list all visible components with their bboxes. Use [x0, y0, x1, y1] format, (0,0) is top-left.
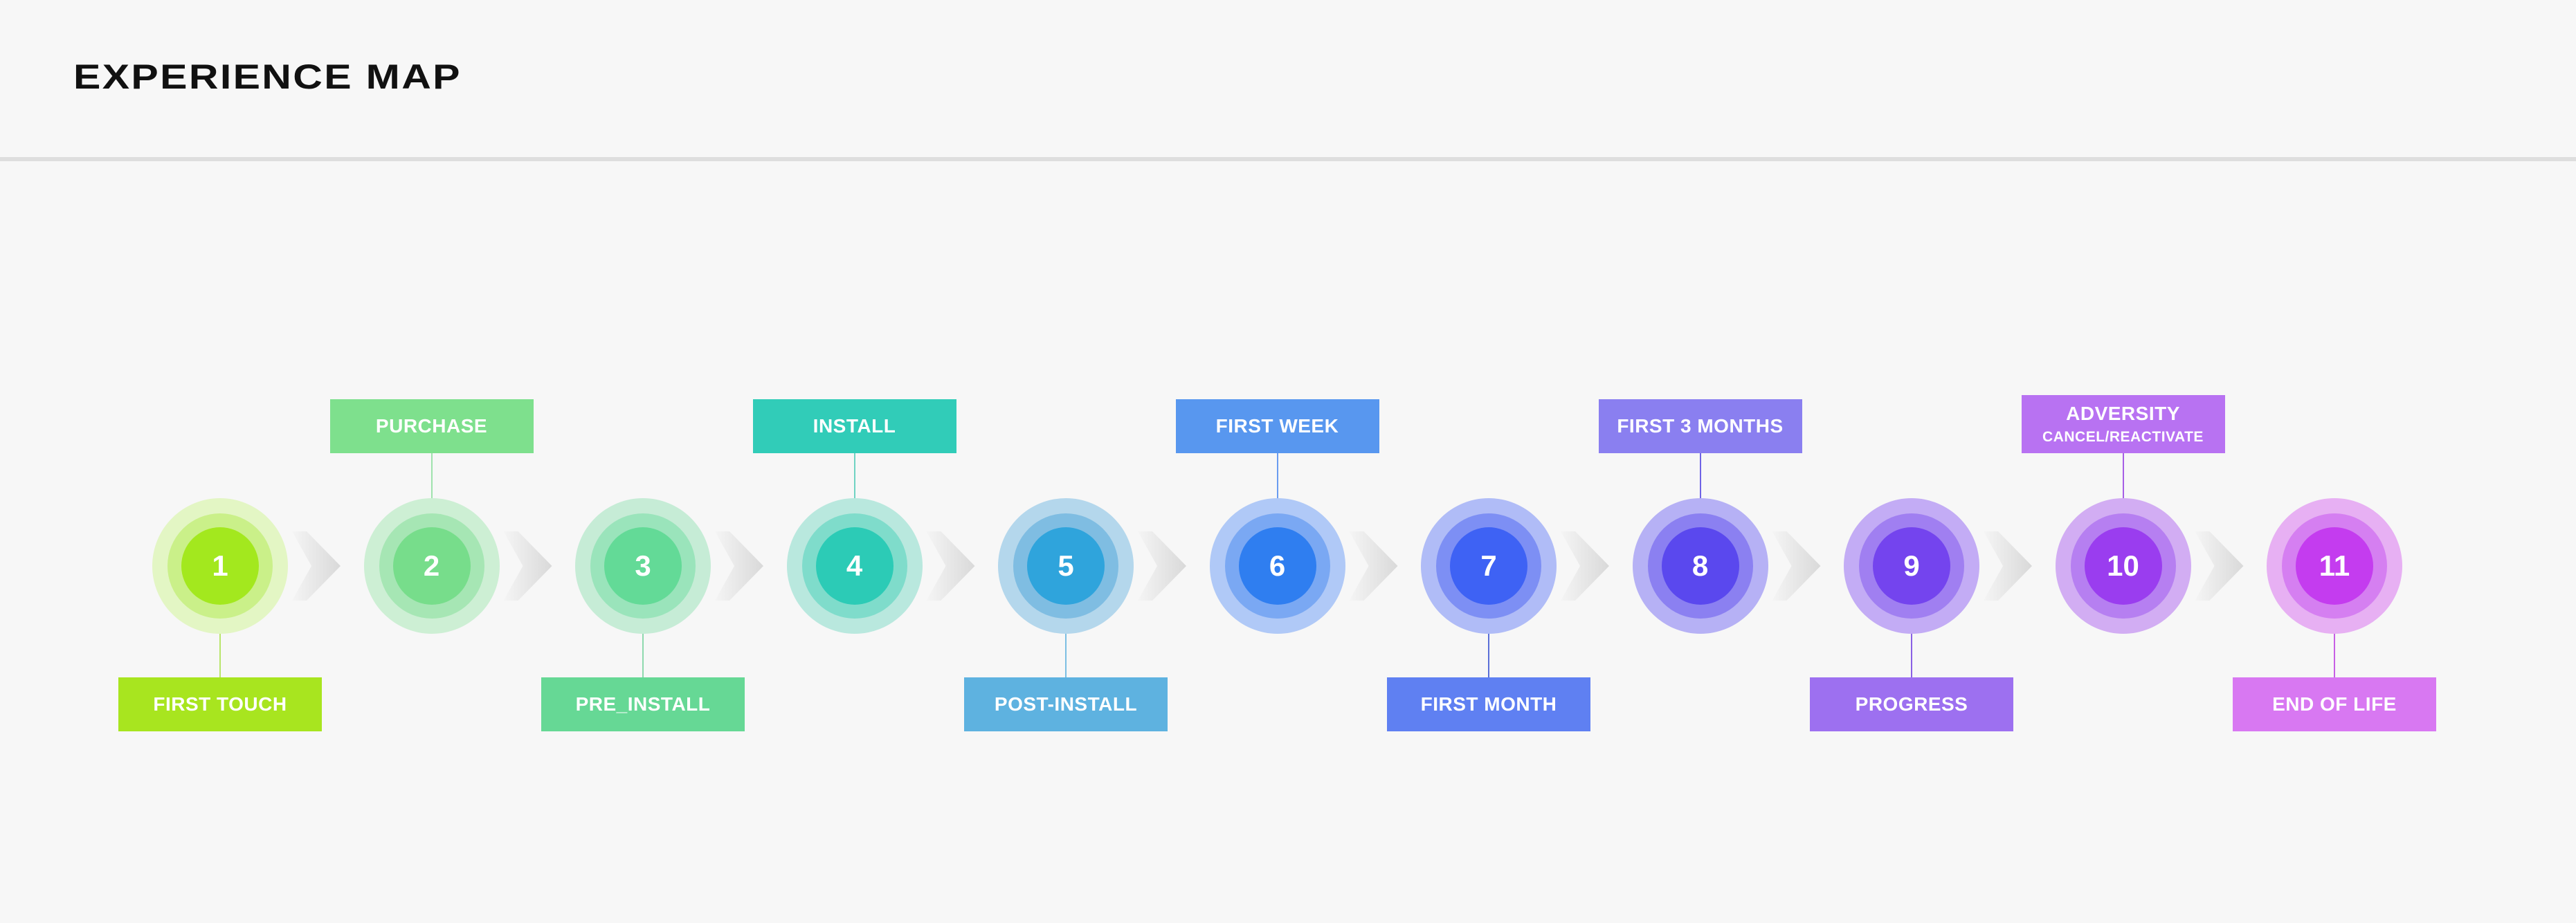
stage-7-label: FIRST MONTH: [1387, 677, 1590, 731]
stage-core: 4: [815, 527, 894, 605]
journey-diagram: 1 FIRST TOUCH 2 PURCHASE 3 PRE_INSTALL 4 INSTAL…: [0, 0, 2576, 923]
stage-label-text: END OF LIFE: [2272, 693, 2397, 715]
stage-number: 4: [846, 549, 863, 582]
experience-map-page: EXPERIENCE MAP 1 FIRST TOUCH 2 PURCHASE 3 PRE…: [0, 0, 2576, 923]
stage-label-text: FIRST WEEK: [1215, 414, 1339, 437]
chevron-right-icon: [1772, 531, 1821, 601]
stage-label-text: INSTALL: [813, 414, 896, 437]
stage-6-label: FIRST WEEK: [1175, 399, 1379, 453]
stage-number: 3: [635, 549, 651, 582]
stage-10-circle: 10: [2055, 498, 2191, 634]
stage-9-label: PROGRESS: [1810, 677, 2013, 731]
stage-label-text: FIRST 3 MONTHS: [1617, 414, 1784, 437]
stage-3-label: PRE_INSTALL: [541, 677, 745, 731]
stage-label-text: ADVERSITY: [2066, 402, 2180, 424]
stage-label-text: PRE_INSTALL: [575, 693, 711, 715]
stage-9-circle: 9: [1844, 498, 1979, 634]
stage-8-label: FIRST 3 MONTHS: [1598, 399, 1802, 453]
stage-label-text: FIRST MONTH: [1420, 693, 1557, 715]
chevron-right-icon: [1984, 531, 2032, 601]
chevron-right-icon: [2195, 531, 2244, 601]
stage-4-label: INSTALL: [752, 399, 956, 453]
stage-number: 8: [1691, 549, 1709, 582]
stage-5-circle: 5: [998, 498, 1134, 634]
stage-number: 2: [423, 549, 440, 582]
stage-core: 2: [392, 527, 471, 605]
stage-core: 10: [2084, 527, 2162, 605]
stage-1-circle: 1: [152, 498, 288, 634]
chevron-right-icon: [926, 531, 975, 601]
stage-4-circle: 4: [786, 498, 923, 634]
stage-core: 11: [2296, 527, 2373, 605]
stage-label-subtext: CANCEL/REACTIVATE: [2042, 429, 2204, 446]
stage-label-text: PROGRESS: [1855, 693, 1968, 715]
stage-11-circle: 11: [2267, 498, 2402, 634]
stage-2-circle: 2: [363, 498, 500, 634]
chevron-right-icon: [503, 531, 552, 601]
stage-6-circle: 6: [1209, 498, 1345, 634]
stage-core: 3: [604, 527, 682, 605]
stage-label-text: POST-INSTALL: [994, 693, 1138, 715]
chevron-right-icon: [1561, 531, 1609, 601]
stage-number: 11: [2319, 549, 2350, 582]
stage-core: 9: [1873, 527, 1950, 605]
stage-number: 6: [1269, 549, 1286, 582]
stage-core: 5: [1027, 527, 1105, 605]
stage-2-label: PURCHASE: [329, 399, 534, 453]
stage-11-label: END OF LIFE: [2233, 677, 2436, 731]
stage-label-text: FIRST TOUCH: [153, 693, 287, 715]
stage-core: 6: [1238, 527, 1316, 605]
stage-1-label: FIRST TOUCH: [118, 677, 322, 731]
stage-core: 8: [1661, 527, 1739, 605]
stage-core: 1: [181, 527, 259, 605]
chevron-right-icon: [1349, 531, 1398, 601]
stage-number: 10: [2107, 549, 2139, 582]
stage-5-label: POST-INSTALL: [964, 677, 1168, 731]
stage-number: 7: [1480, 549, 1497, 582]
stage-label-text: PURCHASE: [375, 414, 488, 437]
stage-core: 7: [1450, 527, 1527, 605]
stage-8-circle: 8: [1632, 498, 1768, 634]
stage-7-circle: 7: [1421, 498, 1557, 634]
stage-3-circle: 3: [575, 498, 711, 634]
chevron-right-icon: [292, 531, 341, 601]
stage-number: 5: [1058, 549, 1074, 582]
chevron-right-icon: [1138, 531, 1186, 601]
stage-number: 1: [212, 549, 228, 582]
stage-10-label: ADVERSITY CANCEL/REACTIVATE: [2021, 395, 2225, 453]
chevron-right-icon: [715, 531, 763, 601]
stage-number: 9: [1903, 549, 1920, 582]
